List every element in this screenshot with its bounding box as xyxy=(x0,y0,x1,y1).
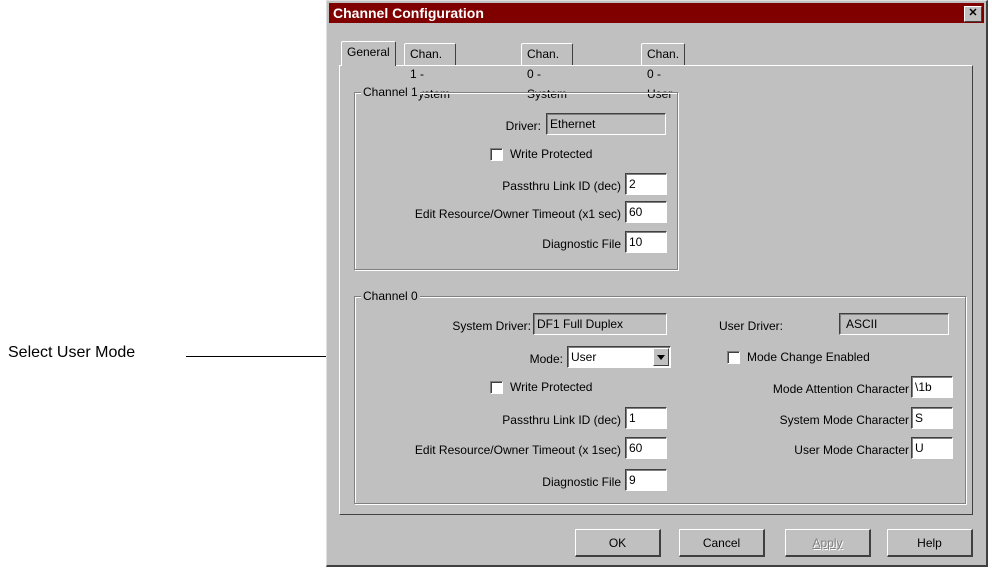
annotation-label: Select User Mode xyxy=(8,344,136,361)
channel-configuration-dialog: Channel Configuration ✕ General Chan. 1 … xyxy=(326,0,988,567)
channel0-diagnostic-input[interactable]: 9 xyxy=(625,469,667,491)
channel0-system-mode-input[interactable]: S xyxy=(911,407,953,429)
channel0-mode-label: Mode: xyxy=(529,352,563,366)
channel0-mode-change-checkbox[interactable] xyxy=(727,351,740,364)
ok-button[interactable]: OK xyxy=(575,529,661,557)
channel0-timeout-input[interactable]: 60 xyxy=(625,437,667,459)
channel0-system-driver-field: DF1 Full Duplex xyxy=(533,313,667,335)
channel1-diagnostic-input[interactable]: 10 xyxy=(625,231,667,253)
window-title: Channel Configuration xyxy=(333,5,484,21)
channel0-system-mode-label: System Mode Character xyxy=(779,413,909,427)
channel0-mode-attention-input[interactable]: \1b xyxy=(911,376,953,398)
channel1-diagnostic-label: Diagnostic File xyxy=(542,237,621,251)
channel0-user-mode-label: User Mode Character xyxy=(794,443,909,457)
channel0-passthru-label: Passthru Link ID (dec) xyxy=(502,413,621,427)
channel1-group-title: Channel 1 xyxy=(361,85,420,99)
channel1-passthru-label: Passthru Link ID (dec) xyxy=(502,179,621,193)
close-button[interactable]: ✕ xyxy=(964,6,982,22)
channel0-user-driver-field: ASCII xyxy=(839,313,949,335)
channel1-write-protected-label: Write Protected xyxy=(510,147,593,161)
channel0-write-protected-checkbox[interactable] xyxy=(490,381,503,394)
channel0-system-driver-label: System Driver: xyxy=(452,319,531,333)
tab-chan0-user[interactable]: Chan. 0 - User xyxy=(641,43,686,101)
channel1-timeout-label: Edit Resource/Owner Timeout (x1 sec) xyxy=(414,207,621,221)
channel1-timeout-input[interactable]: 60 xyxy=(625,201,667,223)
channel0-user-mode-input[interactable]: U xyxy=(911,437,953,459)
channel0-mode-select[interactable]: User xyxy=(567,346,671,368)
help-button[interactable]: Help xyxy=(887,529,973,557)
channel0-mode-attention-label: Mode Attention Character xyxy=(772,382,909,396)
channel0-user-driver-label: User Driver: xyxy=(719,319,784,333)
channel0-group: Channel 0 System Driver: DF1 Full Duplex… xyxy=(354,289,966,504)
channel0-timeout-label: Edit Resource/Owner Timeout (x 1sec) xyxy=(414,443,621,457)
channel0-group-title: Channel 0 xyxy=(361,289,420,303)
channel0-mode-value: User xyxy=(571,350,597,364)
channel0-mode-change-label: Mode Change Enabled xyxy=(747,350,870,364)
channel0-diagnostic-label: Diagnostic File xyxy=(542,475,621,489)
channel1-passthru-input[interactable]: 2 xyxy=(625,173,667,195)
title-bar: Channel Configuration ✕ xyxy=(329,3,984,23)
apply-button[interactable]: Apply xyxy=(785,529,871,557)
chevron-down-icon[interactable] xyxy=(653,348,669,366)
general-tab-panel: Channel 1 Driver: Ethernet Write Protect… xyxy=(339,65,973,515)
cancel-button[interactable]: Cancel xyxy=(679,529,765,557)
close-icon: ✕ xyxy=(968,7,978,19)
channel1-write-protected-checkbox[interactable] xyxy=(490,148,503,161)
channel1-driver-field: Ethernet xyxy=(546,113,666,135)
tab-chan1-system[interactable]: Chan. 1 - System xyxy=(404,43,456,101)
channel1-driver-label: Driver: xyxy=(505,119,541,133)
channel0-passthru-input[interactable]: 1 xyxy=(625,407,667,429)
channel0-write-protected-label: Write Protected xyxy=(510,380,593,394)
tab-chan0-system[interactable]: Chan. 0 - System xyxy=(521,43,573,101)
channel1-group: Channel 1 Driver: Ethernet Write Protect… xyxy=(354,85,678,270)
tab-general[interactable]: General xyxy=(341,41,396,66)
